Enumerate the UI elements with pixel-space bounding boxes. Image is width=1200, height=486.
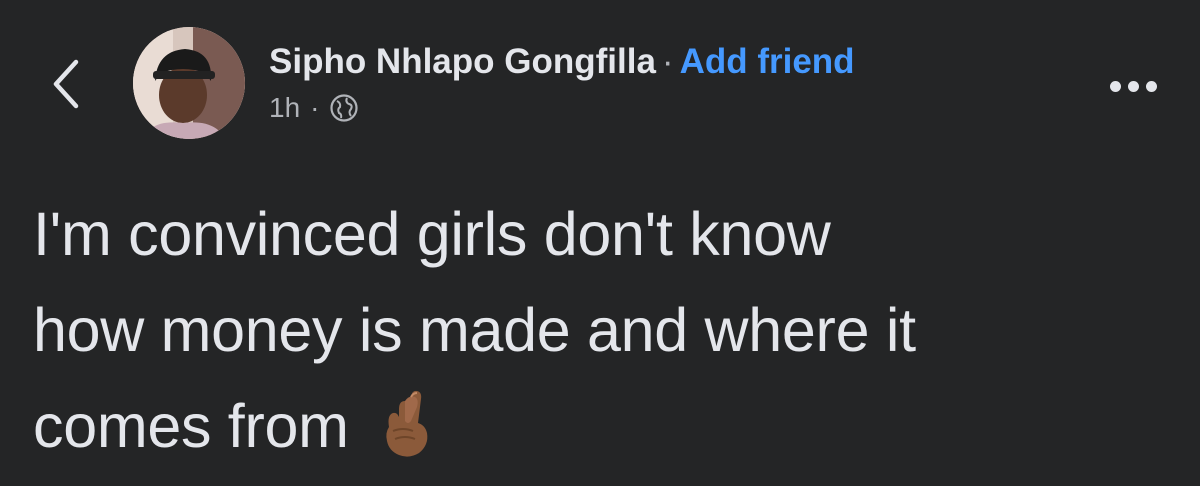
post-meta: 1h · [269, 90, 1069, 126]
crossed-fingers-icon [375, 387, 435, 459]
avatar-photo [133, 27, 245, 139]
timestamp[interactable]: 1h [269, 90, 300, 126]
post-text-line: I'm convinced girls don't know [33, 200, 831, 268]
more-horizontal-icon [1127, 80, 1139, 92]
more-horizontal-icon [1109, 80, 1121, 92]
post-text-line-content: comes from [33, 392, 349, 460]
more-options-button[interactable] [1098, 66, 1168, 106]
author-row: Sipho Nhlapo Gongfilla · Add friend [269, 40, 1069, 84]
meta-separator-dot: · [310, 92, 320, 123]
separator-dot: · [661, 42, 674, 81]
post-text: I'm convinced girls don't know how money… [33, 186, 1173, 474]
back-button[interactable] [38, 52, 94, 116]
chevron-left-icon [53, 59, 79, 109]
more-horizontal-icon [1145, 80, 1157, 92]
avatar[interactable] [133, 27, 245, 139]
add-friend-link[interactable]: Add friend [680, 42, 855, 81]
post-text-line: how money is made and where it [33, 296, 916, 364]
globe-icon [329, 93, 359, 123]
post-header: Sipho Nhlapo Gongfilla · Add friend 1h · [269, 40, 1069, 126]
post-text-line: comes from [33, 378, 1173, 474]
author-name[interactable]: Sipho Nhlapo Gongfilla [269, 42, 656, 81]
